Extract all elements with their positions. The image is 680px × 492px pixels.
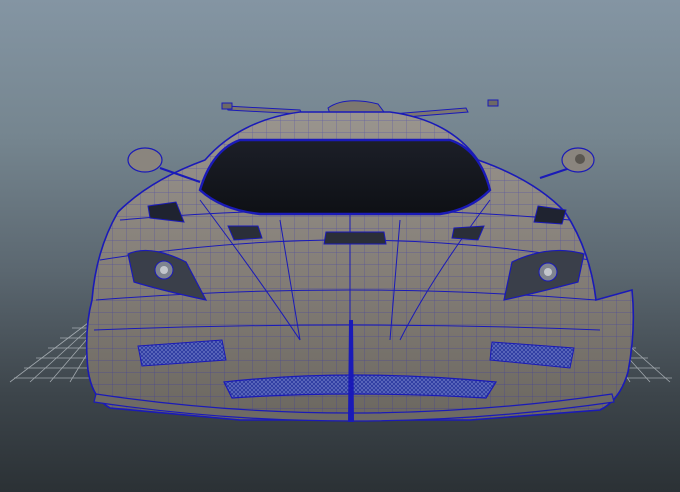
right-mirror — [539, 147, 595, 179]
front-center-grille — [223, 374, 498, 399]
viewport-scene[interactable] — [0, 0, 680, 492]
windshield — [198, 138, 492, 216]
3d-viewport[interactable] — [0, 0, 680, 492]
center-fin — [348, 320, 354, 422]
